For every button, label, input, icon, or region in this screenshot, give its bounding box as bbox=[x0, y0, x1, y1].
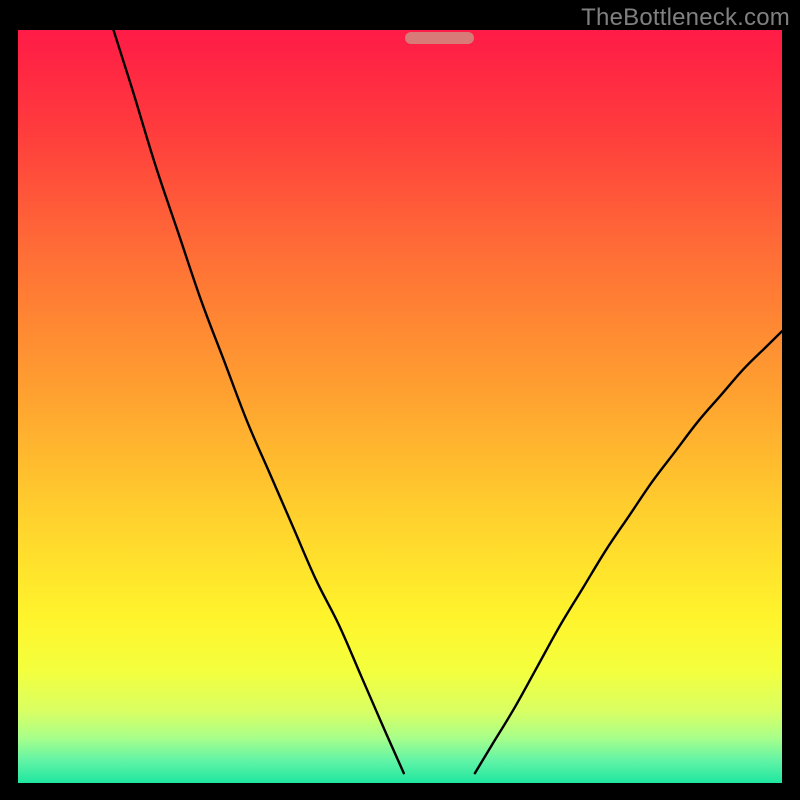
curve-right-branch bbox=[475, 331, 782, 773]
watermark-text: TheBottleneck.com bbox=[581, 4, 790, 32]
bottleneck-curve bbox=[18, 30, 782, 783]
curve-left-branch bbox=[114, 30, 404, 773]
optimum-marker bbox=[405, 32, 474, 44]
chart-stage: TheBottleneck.com bbox=[0, 0, 800, 800]
plot-area bbox=[18, 30, 782, 783]
